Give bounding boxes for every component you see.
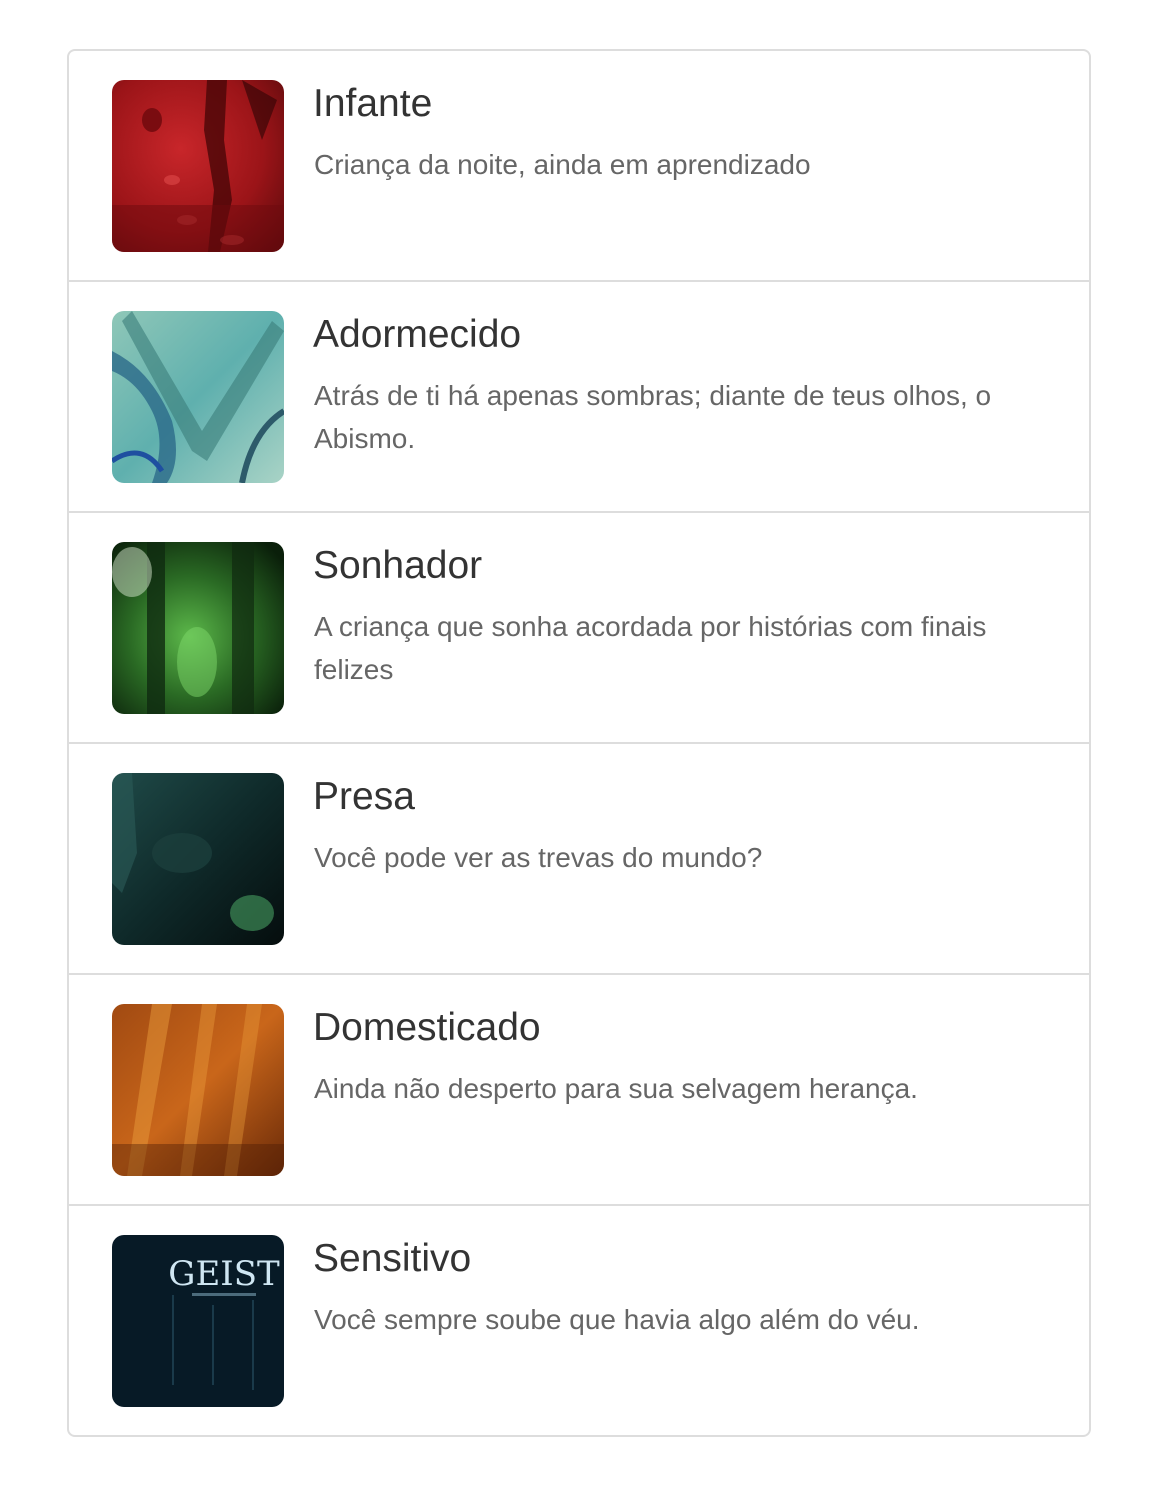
item-title: Domesticado [313, 1006, 541, 1049]
green-forest-art-icon [112, 542, 284, 714]
item-description: Você sempre soube que havia algo além do… [314, 1304, 920, 1335]
item-description: Você pode ver as trevas do mundo? [314, 842, 763, 873]
item-description: Ainda não desperto para sua selvagem her… [314, 1073, 918, 1104]
item-title: Infante [313, 82, 433, 125]
item-title: Adormecido [313, 313, 522, 356]
item-title: Sonhador [313, 544, 483, 587]
orange-claw-art-icon [112, 1004, 284, 1176]
list-item-sonhador[interactable]: Sonhador A criança que sonha acordada po… [69, 513, 1089, 744]
blood-art-icon [112, 80, 284, 252]
svg-text:GEIST: GEIST [168, 1254, 280, 1294]
item-description: Criança da noite, ainda em aprendizado [314, 149, 811, 180]
list-item-presa[interactable]: Presa Você pode ver as trevas do mundo? [69, 744, 1089, 975]
item-description: A criança que sonha acordada por históri… [314, 611, 987, 685]
list-item-adormecido[interactable]: Adormecido Atrás de ti há apenas sombras… [69, 282, 1089, 513]
list-item-sensitivo[interactable]: GEIST Sensitivo Você sempre soube que ha… [69, 1206, 1089, 1435]
list-item-infante[interactable]: Infante Criança da noite, ainda em apren… [69, 51, 1089, 282]
dark-teal-art-icon [112, 773, 284, 945]
teal-abstract-art-icon [112, 311, 284, 483]
list-item-domesticado[interactable]: Domesticado Ainda não desperto para sua … [69, 975, 1089, 1206]
item-title: Sensitivo [313, 1237, 472, 1280]
item-description: Atrás de ti há apenas sombras; diante de… [314, 380, 992, 454]
geist-logo-art-icon: GEIST [112, 1235, 284, 1407]
item-title: Presa [313, 775, 415, 818]
option-list: Infante Criança da noite, ainda em apren… [67, 49, 1091, 1437]
